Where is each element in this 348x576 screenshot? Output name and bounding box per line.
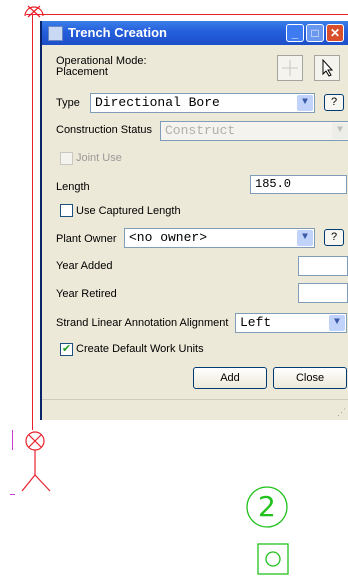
status-bar: ⋰ [42, 399, 348, 420]
trench-line-marker-lower [10, 494, 15, 495]
window-icon [48, 26, 63, 41]
year-retired-field[interactable] [298, 283, 348, 303]
length-label: Length [56, 181, 90, 193]
chevron-down-icon[interactable]: ▼ [297, 95, 313, 111]
year-added-field[interactable] [298, 256, 348, 276]
construction-status-label: Construction Status [56, 124, 152, 136]
chevron-down-icon: ▼ [332, 123, 348, 139]
joint-use-checkbox [60, 152, 73, 165]
select-tool-button[interactable] [314, 55, 340, 81]
use-captured-length-label: Use Captured Length [76, 205, 181, 217]
node-number: 2 [258, 490, 276, 523]
chevron-down-icon[interactable]: ▼ [297, 230, 313, 246]
check-icon: ✔ [61, 343, 72, 355]
arrow-cursor-icon [322, 58, 334, 77]
trench-line-vertical [32, 14, 33, 430]
construction-status-select: Construct ▼ [160, 121, 348, 141]
trench-line-marker [12, 430, 13, 450]
length-value: 185.0 [255, 177, 292, 191]
add-button[interactable]: Add [193, 367, 267, 389]
maximize-icon[interactable]: □ [306, 24, 324, 42]
joint-use-label: Joint Use [76, 152, 122, 164]
close-icon[interactable]: ✕ [326, 24, 344, 42]
plant-owner-select[interactable]: <no owner> ▼ [124, 228, 315, 248]
pole-symbol [21, 450, 51, 492]
chevron-down-icon[interactable]: ▼ [329, 315, 345, 331]
type-select-value: Directional Bore [95, 95, 220, 110]
trench-line-horizontal [26, 14, 348, 15]
create-default-work-units-checkbox[interactable]: ✔ [60, 343, 73, 356]
strand-alignment-label: Strand Linear Annotation Alignment [56, 317, 229, 329]
circle-x-icon [25, 431, 45, 451]
strand-alignment-select[interactable]: Left ▼ [235, 313, 347, 333]
crosshair-tool-button[interactable] [277, 55, 303, 81]
create-default-work-units-label: Create Default Work Units [76, 343, 204, 355]
plant-owner-label: Plant Owner [56, 233, 117, 245]
resize-grip[interactable]: ⋰ [337, 407, 346, 418]
plant-owner-help-button[interactable]: ? [324, 229, 344, 246]
year-added-label: Year Added [56, 260, 113, 272]
node-box[interactable] [256, 542, 290, 576]
trench-creation-dialog: Trench Creation _ □ ✕ Operational Mode: … [40, 21, 348, 420]
title-bar[interactable]: Trench Creation _ □ ✕ [42, 21, 348, 45]
type-select[interactable]: Directional Bore ▼ [90, 93, 315, 113]
circle-x-icon [24, 5, 44, 18]
construction-status-value: Construct [165, 123, 236, 138]
use-captured-length-checkbox[interactable] [60, 204, 73, 217]
length-field[interactable]: 185.0 [250, 175, 347, 194]
close-button[interactable]: Close [273, 367, 347, 389]
minimize-icon[interactable]: _ [286, 24, 304, 42]
operational-mode-value: Placement [56, 66, 108, 78]
year-retired-label: Year Retired [56, 288, 117, 300]
type-label: Type [56, 97, 80, 109]
crosshair-icon [282, 60, 298, 76]
type-help-button[interactable]: ? [324, 94, 344, 111]
plant-owner-value: <no owner> [129, 230, 208, 245]
dialog-title: Trench Creation [68, 25, 167, 40]
strand-alignment-value: Left [240, 315, 272, 330]
